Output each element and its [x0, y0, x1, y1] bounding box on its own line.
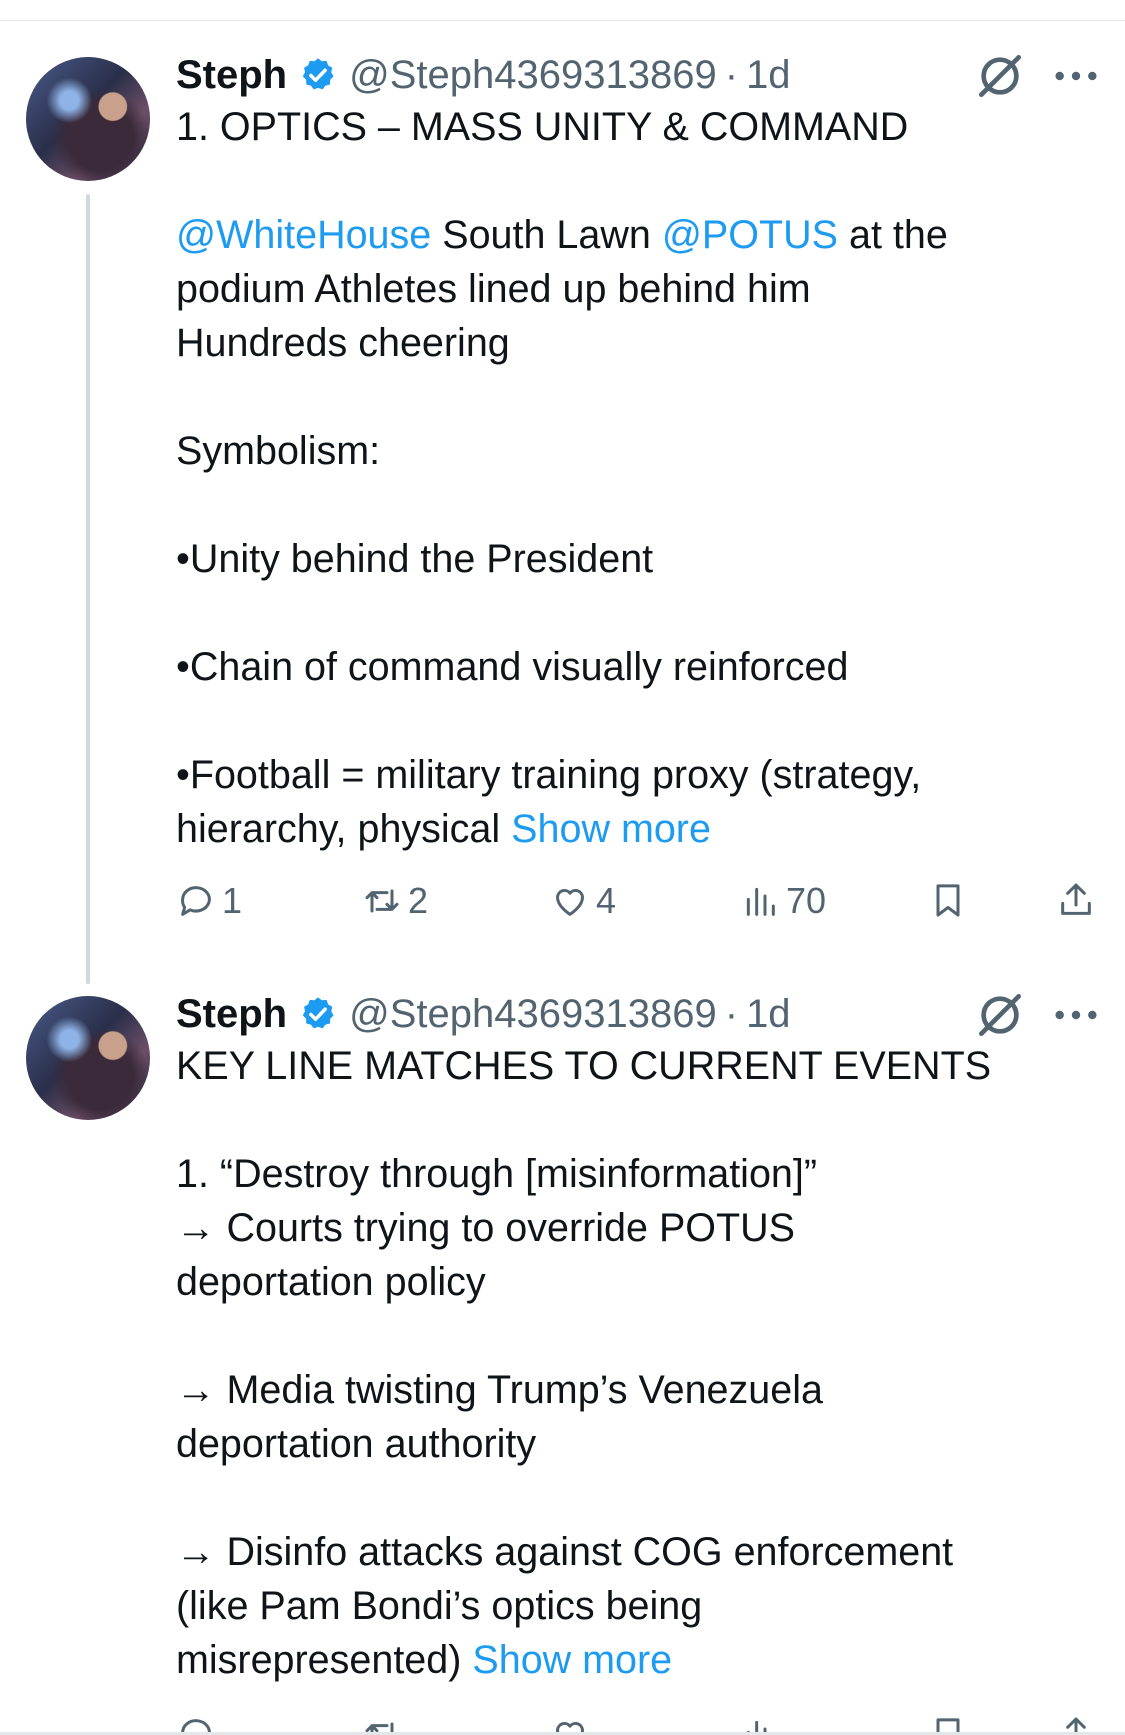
author-name[interactable]: Steph: [176, 992, 287, 1037]
share-button[interactable]: [1056, 880, 1102, 920]
mention-link[interactable]: @POTUS: [662, 213, 838, 257]
tweet-header: Steph @Steph4369313869 · 1d: [176, 987, 1076, 1041]
text-line: → Media twisting Trump’s Venezuela: [176, 1368, 823, 1412]
text-line: (like Pam Bondi’s optics being: [176, 1584, 703, 1628]
reply-icon: [181, 886, 211, 916]
text-line: Hundreds cheering: [176, 321, 510, 365]
text-line: •Football = military training proxy (str…: [176, 753, 922, 797]
reply-count: 1: [222, 880, 243, 921]
repost-button[interactable]: 2: [362, 880, 428, 922]
text-line: KEY LINE MATCHES TO CURRENT EVENTS: [176, 1044, 992, 1088]
like-count: 4: [596, 880, 617, 921]
repost-icon: [365, 889, 399, 913]
like-icon: [556, 889, 584, 916]
avatar[interactable]: [26, 996, 150, 1120]
tweet-text: KEY LINE MATCHES TO CURRENT EVENTS 1. “D…: [176, 1039, 1076, 1687]
grok-icon[interactable]: [972, 987, 1028, 1043]
author-name[interactable]: Steph: [176, 53, 287, 98]
text-line: 1. OPTICS – MASS UNITY & COMMAND: [176, 105, 909, 149]
text-line: deportation policy: [176, 1260, 486, 1304]
more-icon[interactable]: [1048, 48, 1104, 104]
mention-link[interactable]: @WhiteHouse: [176, 213, 431, 257]
views-button[interactable]: 70: [740, 880, 826, 922]
author-handle[interactable]: @Steph4369313869: [349, 992, 717, 1037]
views-count: 70: [786, 880, 827, 921]
text-line: •Chain of command visually reinforced: [176, 645, 849, 689]
text-line: misrepresented) Show more: [176, 1638, 673, 1682]
grok-icon[interactable]: [972, 48, 1028, 104]
like-button[interactable]: 4: [550, 880, 616, 922]
share-icon: [1061, 883, 1091, 915]
verified-badge-icon[interactable]: [299, 56, 337, 94]
reply-button[interactable]: 1: [176, 880, 242, 922]
views-icon: [746, 887, 775, 916]
text-line: podium Athletes lined up behind him: [176, 267, 811, 311]
action-bar: 1 2 4 70: [176, 880, 1112, 936]
bookmark-icon: [936, 884, 960, 917]
thread-connector-line: [86, 194, 90, 984]
tweet-text: 1. OPTICS – MASS UNITY & COMMAND @WhiteH…: [176, 100, 1076, 856]
text-line: @WhiteHouse South Lawn @POTUS at the: [176, 213, 948, 257]
bookmark-button[interactable]: [928, 880, 974, 920]
separator-dot: ·: [724, 991, 739, 1036]
tweet-header: Steph @Steph4369313869 · 1d: [176, 48, 1076, 102]
timestamp[interactable]: 1d: [746, 53, 791, 98]
timestamp[interactable]: 1d: [746, 992, 791, 1037]
text-line: → Disinfo attacks against COG enforcemen…: [176, 1530, 954, 1574]
text-line: hierarchy, physical Show more: [176, 807, 711, 851]
avatar[interactable]: [26, 57, 150, 181]
text-line: deportation authority: [176, 1422, 537, 1466]
text-line: •Unity behind the President: [176, 537, 654, 581]
top-divider: [0, 20, 1125, 21]
separator-dot: ·: [724, 52, 739, 97]
text-line: 1. “Destroy through [misinformation]”: [176, 1152, 818, 1196]
verified-badge-icon[interactable]: [299, 995, 337, 1033]
more-icon[interactable]: [1048, 987, 1104, 1043]
text-line: Symbolism:: [176, 429, 381, 473]
repost-count: 2: [408, 880, 429, 921]
text-line: → Courts trying to override POTUS: [176, 1206, 796, 1250]
show-more-link[interactable]: Show more: [472, 1638, 672, 1682]
show-more-link[interactable]: Show more: [511, 807, 711, 851]
author-handle[interactable]: @Steph4369313869: [349, 53, 717, 98]
